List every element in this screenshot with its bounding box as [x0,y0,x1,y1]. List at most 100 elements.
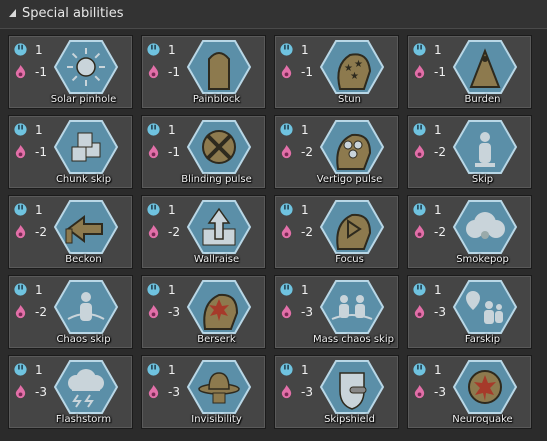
cost-a-value: 1 [434,122,442,137]
ability-card[interactable]: 1 -3 Invisibility [141,355,266,429]
ability-name: Blinding pulse [181,174,252,185]
flame-icon [281,304,292,319]
sun-icon [53,40,119,94]
cost-a-value: 1 [35,362,43,377]
cost-a-row: 1 [146,122,176,137]
head-icon [186,40,252,94]
ability-card[interactable]: ★ ★ ★ 1 -1 Stun [274,35,399,109]
ability-icon-badge [319,359,385,415]
cost-a-row: 1 [412,42,442,57]
shield-icon [319,360,385,414]
flame-icon [414,304,425,319]
cost-b-value: -2 [434,144,446,159]
flame-icon [148,144,159,159]
ability-card[interactable]: 1 -2 Vertigo pulse [274,115,399,189]
ability-icon-badge [186,199,252,255]
cost-b-value: -2 [35,224,47,239]
ability-card[interactable]: 1 -3 Mass chaos skip [274,275,399,349]
collapse-triangle-icon[interactable] [9,9,16,17]
ability-card[interactable]: 1 -3 Farskip [407,275,532,349]
cost-a-row: 1 [13,202,43,217]
ability-card[interactable]: 1 -2 Focus [274,195,399,269]
cost-a-row: 1 [412,202,442,217]
dots-head-icon [319,120,385,174]
ability-name: Focus [335,254,364,265]
cost-b-value: -2 [434,224,446,239]
cost-a-row: 1 [146,282,176,297]
dial-icon [280,123,293,136]
ability-card[interactable]: 1 -3 Neuroquake [407,355,532,429]
cost-b-value: -3 [434,384,446,399]
ability-icon-badge [186,359,252,415]
ability-icon-badge [53,199,119,255]
ability-name: Invisibility [191,414,242,425]
ability-card[interactable]: 1 -1 Burden [407,35,532,109]
cost-b-value: -3 [301,304,313,319]
ability-icon-badge [319,199,385,255]
stars-head-icon: ★ ★★ [319,40,385,94]
cost-a-value: 1 [35,42,43,57]
section-header[interactable]: Special abilities [0,0,547,29]
weight-icon [452,40,518,94]
ability-card[interactable]: 1 -2 Beckon [8,195,133,269]
cost-b-row: -3 [146,384,180,399]
ability-name: Chaos skip [56,334,111,345]
cost-a-value: 1 [301,202,309,217]
ability-icon-badge [53,39,119,95]
flame-icon [15,304,26,319]
cost-b-row: -2 [279,224,313,239]
ability-icon-badge [452,39,518,95]
cost-b-value: -2 [301,224,313,239]
special-abilities-panel: Special abilities 1 -1 Solar pinhole 1 -1 Pa… [0,0,547,441]
flame-icon [281,224,292,239]
cost-a-value: 1 [168,202,176,217]
cost-b-value: -2 [168,224,180,239]
ability-card[interactable]: 1 -2 Chaos skip [8,275,133,349]
ability-card[interactable]: 1 -2 Smokepop [407,195,532,269]
cost-a-value: 1 [434,362,442,377]
flame-icon [414,64,425,79]
cost-a-row: 1 [13,362,43,377]
ability-card[interactable]: 1 -1 Blinding pulse [141,115,266,189]
ability-name: Vertigo pulse [316,174,383,185]
cost-b-value: -1 [168,144,180,159]
blocks-icon [53,120,119,174]
cost-b-row: -1 [412,64,446,79]
ability-icon-badge [53,359,119,415]
cost-a-row: 1 [13,122,43,137]
ability-icon-badge [452,359,518,415]
ability-name: Smokepop [456,254,509,265]
cost-b-row: -2 [13,224,47,239]
ability-icon-badge [53,279,119,335]
dial-icon [14,203,27,216]
hat-icon [186,360,252,414]
ability-card[interactable]: 1 -1 Solar pinhole [8,35,133,109]
dial-icon [280,43,293,56]
ability-name: Stun [338,94,361,105]
ability-icon-badge [319,279,385,335]
dial-icon [280,363,293,376]
cost-a-row: 1 [279,42,309,57]
ability-card[interactable]: 1 -3 Skipshield [274,355,399,429]
ability-card[interactable]: 1 -2 Wallraise [141,195,266,269]
dial-icon [280,203,293,216]
ability-icon-badge [186,279,252,335]
flame-icon [15,224,26,239]
arrow-left-icon [53,200,119,254]
cost-b-value: -3 [35,384,47,399]
ability-icon-badge: ★ ★ ★ [319,39,385,95]
cost-b-row: -2 [279,144,313,159]
cost-a-value: 1 [301,362,309,377]
ability-card[interactable]: 1 -1 Painblock [141,35,266,109]
cost-a-row: 1 [146,202,176,217]
dial-icon [147,283,160,296]
ability-icon-badge [452,279,518,335]
ability-card[interactable]: 1 -3 Berserk [141,275,266,349]
ability-name: Burden [464,94,501,105]
cost-b-row: -2 [412,144,446,159]
cost-b-row: -2 [412,224,446,239]
ability-card[interactable]: 1 -1 Chunk skip [8,115,133,189]
ability-card[interactable]: 1 -3 Flashstorm [8,355,133,429]
ability-card[interactable]: 1 -2 Skip [407,115,532,189]
ability-name: Mass chaos skip [313,334,394,345]
